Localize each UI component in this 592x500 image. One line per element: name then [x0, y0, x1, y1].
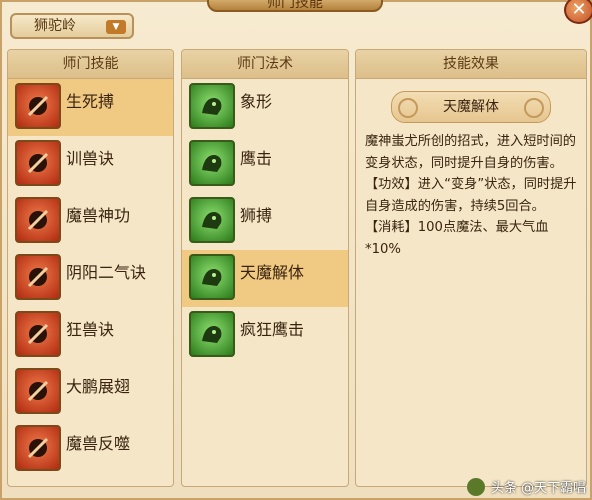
- effect-function-line: 【功效】进入“变身”状态，同时提升自身造成的伤害，持续5回合。: [365, 177, 577, 214]
- skills-panel: 师门技能 生死搏训兽诀魔兽神功阴阳二气诀狂兽诀大鹏展翅魔兽反噬: [7, 49, 174, 487]
- chevron-down-icon[interactable]: ▼: [106, 20, 126, 34]
- roc-wing-icon[interactable]: [15, 368, 61, 414]
- skill-window: 师门技能 ✕ 狮驼岭 ▼ 师门技能 生死搏训兽诀魔兽神功阴阳二气诀狂兽诀大鹏展翅…: [0, 0, 592, 500]
- skill-label: 狂兽诀: [66, 320, 115, 339]
- skull-slash-icon[interactable]: [15, 83, 61, 129]
- whip-icon[interactable]: [15, 140, 61, 186]
- skill-label: 训兽诀: [66, 149, 115, 168]
- effect-description: 魔神蚩尤所创的招式，进入短时间的变身状态，同时提升自身的伤害。 【功效】进入“变…: [356, 123, 586, 260]
- eagle-strike-icon[interactable]: [189, 140, 235, 186]
- close-button[interactable]: ✕: [564, 0, 592, 24]
- spell-label: 鹰击: [240, 149, 273, 168]
- cloud-ornament-icon: [398, 98, 418, 118]
- spell-row[interactable]: 天魔解体: [182, 250, 348, 307]
- school-dropdown[interactable]: 狮驼岭 ▼: [10, 13, 134, 39]
- spells-list: 象形鹰击狮搏天魔解体疯狂鹰击: [182, 79, 348, 364]
- skill-row[interactable]: 魔兽神功: [8, 193, 173, 250]
- skill-row[interactable]: 狂兽诀: [8, 307, 173, 364]
- effect-panel: 技能效果 天魔解体 魔神蚩尤所创的招式，进入短时间的变身状态，同时提升自身的伤害…: [355, 49, 587, 487]
- skill-row[interactable]: 阴阳二气诀: [8, 250, 173, 307]
- watermark: 头条 @天下霸唱: [466, 477, 586, 496]
- watermark-logo-icon: [466, 477, 485, 496]
- watermark-text: 头条 @天下霸唱: [490, 481, 586, 496]
- skill-label: 阴阳二气诀: [66, 263, 147, 282]
- yinyang-totem-icon[interactable]: [15, 254, 61, 300]
- skill-label: 生死搏: [66, 92, 115, 111]
- skill-label: 魔兽神功: [66, 206, 131, 225]
- cloud-ornament-icon: [524, 98, 544, 118]
- demon-crown-icon[interactable]: [15, 197, 61, 243]
- effect-skill-name-text: 天魔解体: [443, 99, 499, 115]
- spell-row[interactable]: 鹰击: [182, 136, 348, 193]
- spell-row[interactable]: 象形: [182, 79, 348, 136]
- skills-panel-header: 师门技能: [8, 50, 173, 79]
- skill-label: 魔兽反噬: [66, 434, 131, 453]
- spell-label: 象形: [240, 92, 273, 111]
- skills-list: 生死搏训兽诀魔兽神功阴阳二气诀狂兽诀大鹏展翅魔兽反噬: [8, 79, 173, 478]
- lion-icon[interactable]: [189, 197, 235, 243]
- demon-transform-icon[interactable]: [189, 254, 235, 300]
- spell-row[interactable]: 狮搏: [182, 193, 348, 250]
- frenzy-eagle-icon[interactable]: [189, 311, 235, 357]
- spell-label: 天魔解体: [240, 263, 305, 282]
- skill-row[interactable]: 魔兽反噬: [8, 421, 173, 478]
- effect-cost-line: 【消耗】100点魔法、最大气血*10%: [365, 220, 549, 257]
- devour-beast-icon[interactable]: [15, 425, 61, 471]
- effect-panel-header: 技能效果: [356, 50, 586, 79]
- window-title: 师门技能: [207, 0, 383, 12]
- skill-row[interactable]: 大鹏展翅: [8, 364, 173, 421]
- school-dropdown-value: 狮驼岭: [34, 18, 76, 34]
- effect-skill-name: 天魔解体: [391, 91, 551, 123]
- effect-text: 魔神蚩尤所创的招式，进入短时间的变身状态，同时提升自身的伤害。: [365, 134, 576, 171]
- skill-row[interactable]: 训兽诀: [8, 136, 173, 193]
- beast-face-icon[interactable]: [15, 311, 61, 357]
- spell-label: 疯狂鹰击: [240, 320, 305, 339]
- elephant-icon[interactable]: [189, 83, 235, 129]
- skill-label: 大鹏展翅: [66, 377, 131, 396]
- spells-panel-header: 师门法术: [182, 50, 348, 79]
- spell-label: 狮搏: [240, 206, 273, 225]
- skill-row[interactable]: 生死搏: [8, 79, 173, 136]
- spells-panel: 师门法术 象形鹰击狮搏天魔解体疯狂鹰击: [181, 49, 349, 487]
- spell-row[interactable]: 疯狂鹰击: [182, 307, 348, 364]
